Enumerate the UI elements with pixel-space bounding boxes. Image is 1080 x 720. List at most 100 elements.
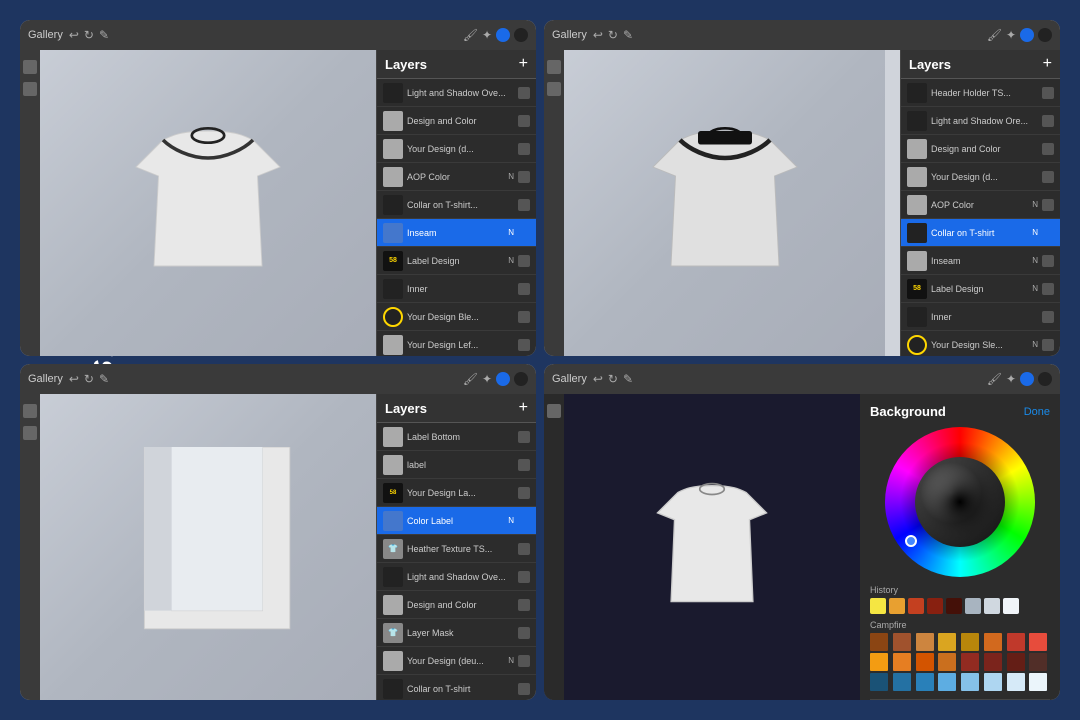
redo-icon-3[interactable]: ↻ (84, 372, 94, 386)
gallery-label-3[interactable]: Gallery (28, 373, 63, 385)
layer-check-2-1[interactable] (1042, 115, 1054, 127)
brush-icon-4[interactable]: 🖌 (987, 372, 1002, 386)
layer-row-1-8[interactable]: Your Design Ble... (377, 303, 536, 331)
layer-check-2-0[interactable] (1042, 87, 1054, 99)
palette-swatch-12[interactable] (961, 653, 979, 671)
color-wheel-container[interactable] (885, 427, 1035, 577)
palette-swatch-4[interactable] (961, 633, 979, 651)
layer-row-1-4[interactable]: Collar on T-shirt... (377, 191, 536, 219)
layers-add-1[interactable]: + (519, 55, 528, 73)
layer-check-1-3[interactable] (518, 171, 530, 183)
layers-add-2[interactable]: + (1043, 55, 1052, 73)
gallery-label-1[interactable]: Gallery (28, 29, 63, 41)
palette-swatch-6[interactable] (1007, 633, 1025, 651)
palette-swatch-0[interactable] (870, 633, 888, 651)
history-swatch-2[interactable] (908, 598, 924, 614)
redo-icon-2[interactable]: ↻ (608, 28, 618, 42)
layer-row-3-3[interactable]: Color Label N (377, 507, 536, 535)
layer-row-3-0[interactable]: Label Bottom (377, 423, 536, 451)
layer-row-1-3[interactable]: AOP Color N (377, 163, 536, 191)
color-dot-1[interactable] (496, 28, 510, 42)
layer-row-3-6[interactable]: Design and Color (377, 591, 536, 619)
layer-row-1-5[interactable]: Inseam N (377, 219, 536, 247)
layer-check-1-0[interactable] (518, 87, 530, 99)
undo-icon-4[interactable]: ↩ (593, 372, 603, 386)
strip-btn-5[interactable] (23, 404, 37, 418)
layer-check-3-2[interactable] (518, 487, 530, 499)
layer-check-2-7[interactable] (1042, 283, 1054, 295)
color-dot-5[interactable] (496, 372, 510, 386)
layer-check-2-4[interactable] (1042, 199, 1054, 211)
smudge-icon-4[interactable]: ✦ (1006, 372, 1016, 386)
pen-icon-1[interactable]: ✎ (99, 28, 109, 42)
palette-swatch-18[interactable] (916, 673, 934, 691)
palette-swatch-10[interactable] (916, 653, 934, 671)
brush-icon-3[interactable]: 🖌 (463, 372, 478, 386)
history-swatch-3[interactable] (927, 598, 943, 614)
layer-row-1-9[interactable]: Your Design Lef... (377, 331, 536, 356)
layer-check-2-9[interactable] (1042, 339, 1054, 351)
palette-swatch-13[interactable] (984, 653, 1002, 671)
layer-check-1-5[interactable] (518, 227, 530, 239)
layer-row-2-5[interactable]: Collar on T-shirt N (901, 219, 1060, 247)
layer-row-3-2[interactable]: 58 Your Design La... (377, 479, 536, 507)
layer-row-2-4[interactable]: AOP Color N (901, 191, 1060, 219)
history-swatch-6[interactable] (984, 598, 1000, 614)
layer-row-1-6[interactable]: 58 Label Design N (377, 247, 536, 275)
undo-icon-1[interactable]: ↩ (69, 28, 79, 42)
palette-swatch-3[interactable] (938, 633, 956, 651)
palette-swatch-19[interactable] (938, 673, 956, 691)
layer-row-2-6[interactable]: Inseam N (901, 247, 1060, 275)
layer-check-3-6[interactable] (518, 599, 530, 611)
strip-btn-1[interactable] (23, 60, 37, 74)
palette-swatch-15[interactable] (1029, 653, 1047, 671)
layer-check-3-9[interactable] (518, 683, 530, 695)
layer-row-1-2[interactable]: Your Design (d... (377, 135, 536, 163)
gallery-label-4[interactable]: Gallery (552, 373, 587, 385)
history-swatch-4[interactable] (946, 598, 962, 614)
palette-swatch-20[interactable] (961, 673, 979, 691)
history-swatch-7[interactable] (1003, 598, 1019, 614)
palette-swatch-14[interactable] (1007, 653, 1025, 671)
palette-swatch-16[interactable] (870, 673, 888, 691)
color-selector-dot[interactable] (905, 535, 917, 547)
pen-icon-2[interactable]: ✎ (623, 28, 633, 42)
layer-row-3-5[interactable]: Light and Shadow Ove... (377, 563, 536, 591)
palette-swatch-5[interactable] (984, 633, 1002, 651)
layer-check-1-1[interactable] (518, 115, 530, 127)
palette-swatch-1[interactable] (893, 633, 911, 651)
layer-row-2-2[interactable]: Design and Color (901, 135, 1060, 163)
palette-swatch-8[interactable] (870, 653, 888, 671)
layer-row-2-3[interactable]: Your Design (d... (901, 163, 1060, 191)
layer-row-2-7[interactable]: 58 Label Design N (901, 275, 1060, 303)
redo-icon-4[interactable]: ↻ (608, 372, 618, 386)
strip-btn-7[interactable] (547, 404, 561, 418)
gallery-label-2[interactable]: Gallery (552, 29, 587, 41)
layer-row-1-0[interactable]: Light and Shadow Ove... (377, 79, 536, 107)
strip-btn-6[interactable] (23, 426, 37, 440)
palette-swatch-23[interactable] (1029, 673, 1047, 691)
redo-icon-1[interactable]: ↻ (84, 28, 94, 42)
layer-row-3-7[interactable]: 👕 Layer Mask (377, 619, 536, 647)
layer-row-2-1[interactable]: Light and Shadow Ore... (901, 107, 1060, 135)
layer-check-3-5[interactable] (518, 571, 530, 583)
palette-swatch-21[interactable] (984, 673, 1002, 691)
layer-check-1-6[interactable] (518, 255, 530, 267)
layer-check-1-2[interactable] (518, 143, 530, 155)
pen-icon-3[interactable]: ✎ (99, 372, 109, 386)
layer-row-2-9[interactable]: Your Design Sle... N (901, 331, 1060, 356)
color-dot-3[interactable] (1020, 28, 1034, 42)
layer-row-3-8[interactable]: Your Design (deu... N (377, 647, 536, 675)
layer-check-1-8[interactable] (518, 311, 530, 323)
color-dot-4[interactable] (1038, 28, 1052, 42)
history-swatch-0[interactable] (870, 598, 886, 614)
color-dot-8[interactable] (1038, 372, 1052, 386)
palette-swatch-17[interactable] (893, 673, 911, 691)
layer-check-3-0[interactable] (518, 431, 530, 443)
palette-swatch-22[interactable] (1007, 673, 1025, 691)
smudge-icon-3[interactable]: ✦ (482, 372, 492, 386)
brush-icon-2[interactable]: 🖌 (987, 28, 1002, 42)
palette-swatch-7[interactable] (1029, 633, 1047, 651)
strip-btn-4[interactable] (547, 82, 561, 96)
layer-check-3-7[interactable] (518, 627, 530, 639)
